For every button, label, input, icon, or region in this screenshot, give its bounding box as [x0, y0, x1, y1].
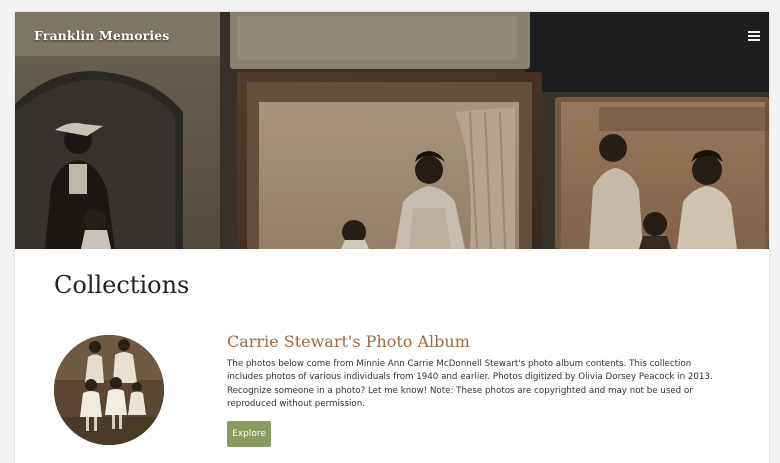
page: Franklin Memories Collections Carrie Ste… — [15, 12, 769, 463]
collection-description: The photos below come from Minnie Ann Ca… — [227, 359, 713, 410]
explore-button[interactable]: Explore — [227, 421, 271, 447]
site-brand[interactable]: Franklin Memories — [34, 28, 169, 43]
hero-banner: Franklin Memories — [15, 12, 769, 249]
collection-title[interactable]: Carrie Stewart's Photo Album — [227, 332, 470, 351]
family-photo-image — [54, 335, 164, 445]
hamburger-menu-icon[interactable] — [748, 31, 760, 41]
collection-thumbnail[interactable] — [54, 335, 164, 445]
hero-photo-collage — [15, 12, 769, 249]
page-title: Collections — [54, 271, 190, 299]
